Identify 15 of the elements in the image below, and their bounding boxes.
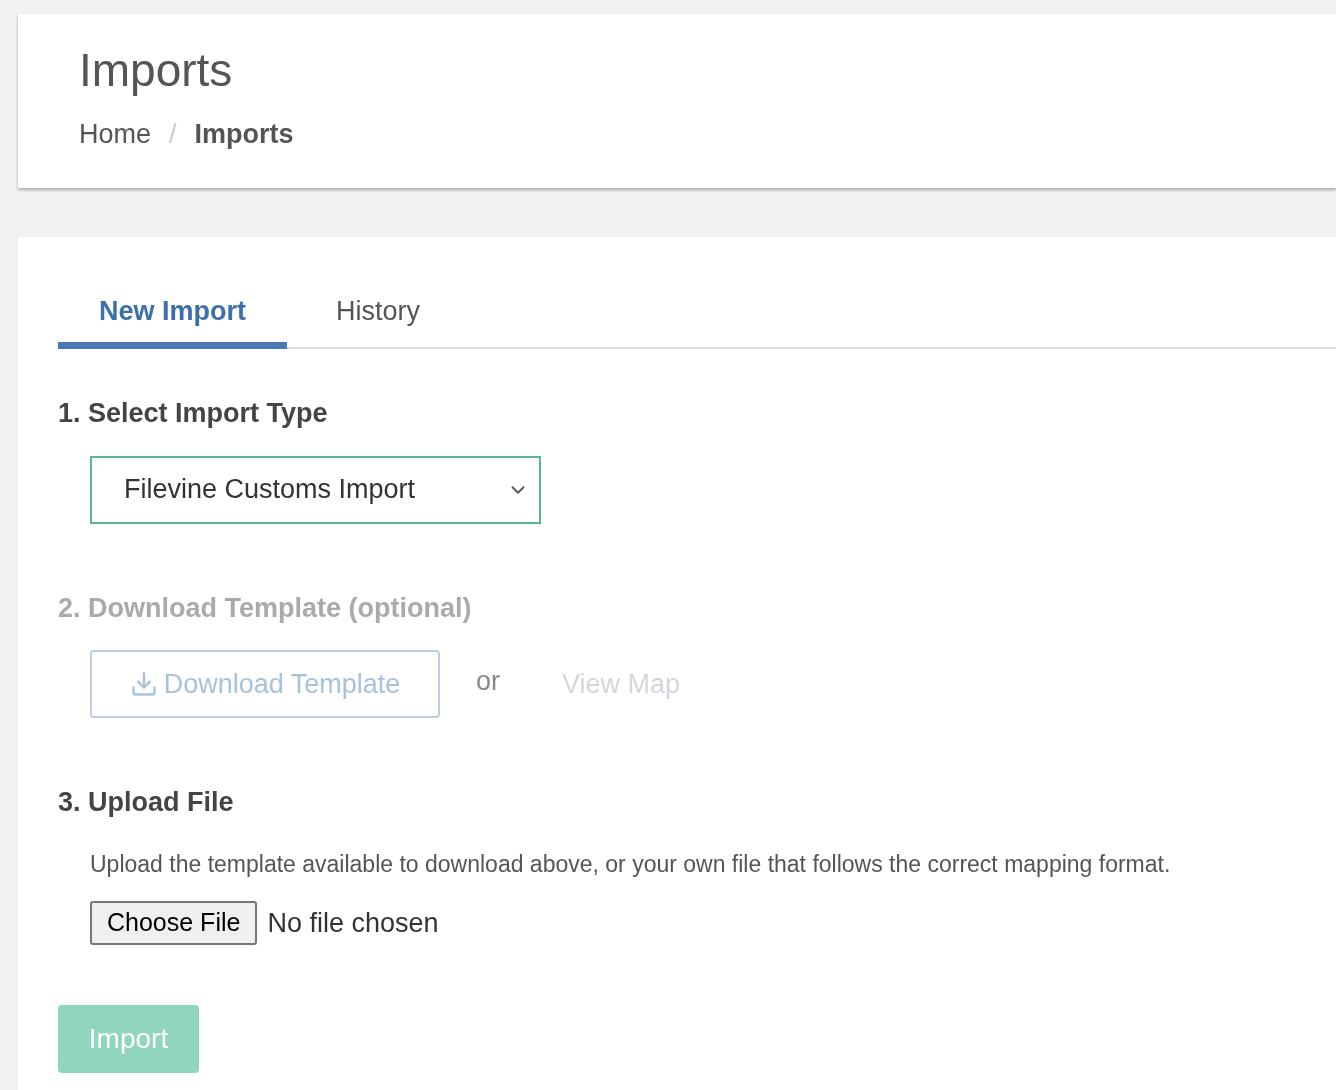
file-status: No file chosen	[267, 906, 439, 940]
tab[interactable]: History	[287, 267, 470, 349]
breadcrumb-item: Imports	[194, 118, 294, 151]
section-heading: 1. Select Import Type	[58, 397, 328, 430]
section-heading: 2. Download Template (optional)	[58, 591, 472, 625]
page-title: Imports	[79, 43, 233, 98]
upload-description: Upload the template available to download above, or your own file that follows the correct mapping format.	[90, 849, 1171, 879]
import-type-select[interactable]: Filevine Customs Import	[90, 455, 541, 524]
section-heading: 3. Upload File	[58, 786, 234, 819]
tab[interactable]: New Import	[58, 267, 287, 349]
choose-file-button[interactable]: Choose File	[90, 901, 258, 945]
or-text: or	[476, 664, 500, 698]
breadcrumb-item[interactable]: Home	[79, 114, 152, 155]
breadcrumb-separator: /	[169, 118, 177, 151]
download-icon	[129, 670, 158, 698]
